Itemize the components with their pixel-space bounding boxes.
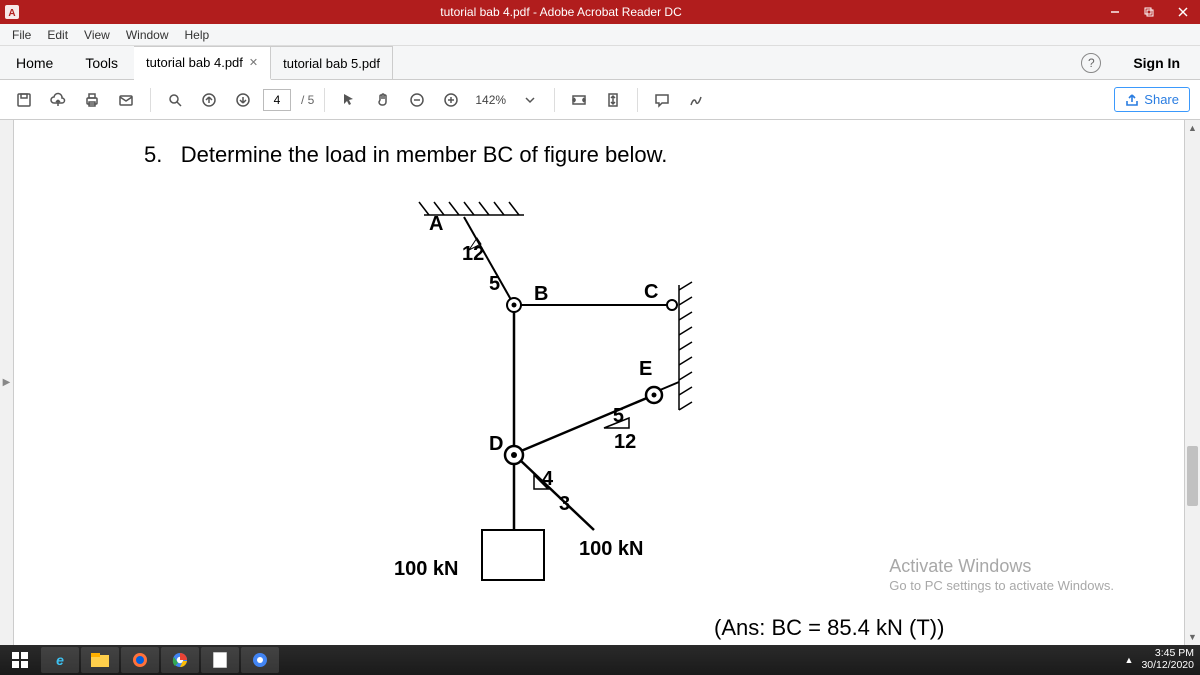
- sign-icon[interactable]: [682, 86, 710, 114]
- sign-in-button[interactable]: Sign In: [1113, 46, 1200, 79]
- fit-width-icon[interactable]: [565, 86, 593, 114]
- taskbar-ie-icon[interactable]: e: [41, 647, 79, 673]
- system-tray: ▲ 3:45 PM 30/12/2020: [1125, 648, 1200, 671]
- start-button[interactable]: [1, 647, 39, 673]
- watermark-line2: Go to PC settings to activate Windows.: [889, 578, 1114, 595]
- window-titlebar: A tutorial bab 4.pdf - Adobe Acrobat Rea…: [0, 0, 1200, 24]
- cloud-icon[interactable]: [44, 86, 72, 114]
- load-right: 100 kN: [579, 538, 644, 560]
- taskbar-app-icon[interactable]: [201, 647, 239, 673]
- vertical-scrollbar[interactable]: ▲ ▼: [1184, 120, 1200, 645]
- tabbar: Home Tools tutorial bab 4.pdf ✕ tutorial…: [0, 46, 1200, 80]
- tray-arrow-icon[interactable]: ▲: [1125, 655, 1134, 665]
- save-icon[interactable]: [10, 86, 38, 114]
- zoom-dropdown-icon[interactable]: [516, 86, 544, 114]
- help-icon[interactable]: ?: [1081, 53, 1101, 73]
- label-C: C: [644, 281, 658, 303]
- question-number: 5.: [144, 142, 162, 167]
- page-up-icon[interactable]: [195, 86, 223, 114]
- hand-icon[interactable]: [369, 86, 397, 114]
- dim-3: 3: [559, 493, 570, 515]
- toolbar: / 5 142% Share: [0, 80, 1200, 120]
- zoom-out-icon[interactable]: [403, 86, 431, 114]
- figure: A 12 5 B: [334, 190, 754, 620]
- maximize-button[interactable]: [1132, 0, 1166, 24]
- scroll-down-icon[interactable]: ▼: [1185, 629, 1200, 645]
- document-content: 5. Determine the load in member BC of fi…: [144, 142, 1134, 168]
- svg-text:A: A: [8, 8, 15, 19]
- taskbar-clock[interactable]: 3:45 PM 30/12/2020: [1141, 648, 1194, 671]
- windows-taskbar: e ▲ 3:45 PM 30/12/2020: [0, 645, 1200, 675]
- window-title: tutorial bab 4.pdf - Adobe Acrobat Reade…: [24, 5, 1098, 19]
- label-B: B: [534, 283, 548, 305]
- answer-text: (Ans: BC = 85.4 kN (T)): [714, 615, 944, 641]
- dim-DE12: 12: [614, 431, 636, 453]
- question-line: 5. Determine the load in member BC of fi…: [144, 142, 1134, 168]
- activate-windows-watermark: Activate Windows Go to PC settings to ac…: [889, 555, 1114, 595]
- taskbar-chrome2-icon[interactable]: [241, 647, 279, 673]
- app-icon: A: [0, 5, 24, 19]
- dim-AB12: 12: [462, 243, 484, 265]
- load-left: 100 kN: [394, 558, 459, 580]
- fit-page-icon[interactable]: [599, 86, 627, 114]
- page-total: / 5: [297, 93, 314, 107]
- doc-tab-1-label: tutorial bab 4.pdf: [146, 55, 243, 70]
- dim-AB5: 5: [489, 273, 500, 295]
- menu-window[interactable]: Window: [118, 26, 177, 44]
- menu-edit[interactable]: Edit: [39, 26, 76, 44]
- side-panel-toggle[interactable]: ▶: [0, 120, 14, 645]
- taskbar-firefox-icon[interactable]: [121, 647, 159, 673]
- comment-icon[interactable]: [648, 86, 676, 114]
- scroll-up-icon[interactable]: ▲: [1185, 120, 1200, 136]
- search-icon[interactable]: [161, 86, 189, 114]
- tools-tab[interactable]: Tools: [69, 46, 134, 79]
- question-text: Determine the load in member BC of figur…: [181, 142, 668, 167]
- taskbar-explorer-icon[interactable]: [81, 647, 119, 673]
- doc-tab-2[interactable]: tutorial bab 5.pdf: [271, 46, 393, 79]
- menubar: File Edit View Window Help: [0, 24, 1200, 46]
- close-tab-icon[interactable]: ✕: [249, 56, 258, 69]
- clock-date: 30/12/2020: [1141, 660, 1194, 672]
- doc-tab-2-label: tutorial bab 5.pdf: [283, 56, 380, 71]
- page-number-input[interactable]: [263, 89, 291, 111]
- label-E: E: [639, 358, 652, 380]
- label-A: A: [429, 213, 443, 235]
- close-button[interactable]: [1166, 0, 1200, 24]
- label-D: D: [489, 433, 503, 455]
- dim-DE5: 5: [613, 405, 624, 427]
- share-button[interactable]: Share: [1114, 87, 1190, 112]
- taskbar-chrome-icon[interactable]: [161, 647, 199, 673]
- document-stage: ▶ 5. Determine the load in member BC of …: [0, 120, 1200, 645]
- pointer-icon[interactable]: [335, 86, 363, 114]
- home-tab[interactable]: Home: [0, 46, 69, 79]
- pdf-page[interactable]: 5. Determine the load in member BC of fi…: [14, 120, 1184, 645]
- menu-help[interactable]: Help: [177, 26, 218, 44]
- window-controls: [1098, 0, 1200, 24]
- scroll-track[interactable]: [1185, 136, 1200, 629]
- zoom-value: 142%: [471, 93, 510, 107]
- doc-tab-1[interactable]: tutorial bab 4.pdf ✕: [134, 46, 271, 80]
- mail-icon[interactable]: [112, 86, 140, 114]
- menu-file[interactable]: File: [4, 26, 39, 44]
- share-label: Share: [1144, 92, 1179, 107]
- print-icon[interactable]: [78, 86, 106, 114]
- dim-4: 4: [542, 468, 554, 490]
- scroll-thumb[interactable]: [1187, 446, 1198, 506]
- page-down-icon[interactable]: [229, 86, 257, 114]
- menu-view[interactable]: View: [76, 26, 118, 44]
- watermark-line1: Activate Windows: [889, 555, 1114, 578]
- zoom-in-icon[interactable]: [437, 86, 465, 114]
- minimize-button[interactable]: [1098, 0, 1132, 24]
